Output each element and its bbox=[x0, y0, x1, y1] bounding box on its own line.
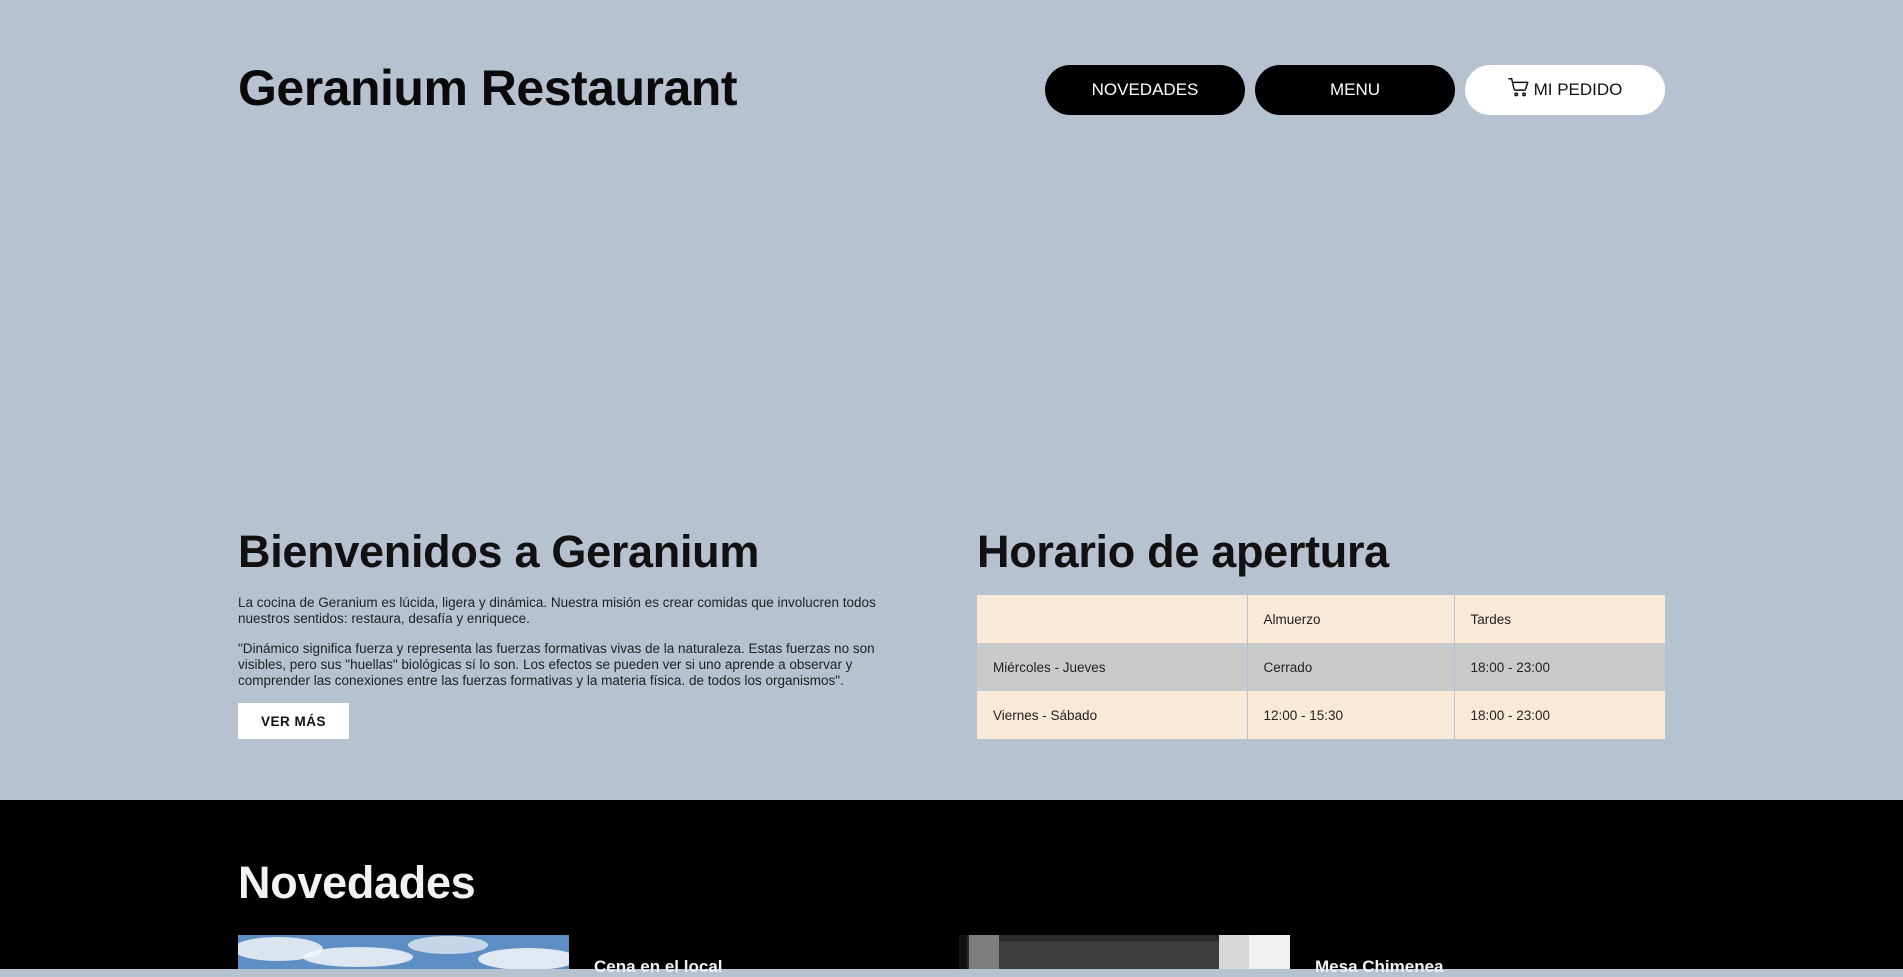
nav-mi-pedido-label: MI PEDIDO bbox=[1533, 80, 1623, 99]
novedades-section: Novedades Cena en el local Mesa Chimenea bbox=[0, 800, 1903, 976]
nav-menu-label: MENU bbox=[1329, 80, 1381, 99]
hours-heading: Horario de apertura bbox=[977, 526, 1389, 577]
hours-header-cell: Almuerzo bbox=[1247, 595, 1455, 643]
nav-mi-pedido-button[interactable]: MI PEDIDO bbox=[1465, 65, 1665, 115]
hours-day-cell: Miércoles - Jueves bbox=[977, 643, 1248, 691]
news-card-title: Mesa Chimenea bbox=[1315, 957, 1444, 976]
hours-header-cell bbox=[977, 595, 1248, 643]
nav-novedades-label: NOVEDADES bbox=[1091, 80, 1199, 99]
site-title: Geranium Restaurant bbox=[238, 60, 737, 116]
nav-menu-button[interactable]: MENU bbox=[1255, 65, 1455, 115]
hero-section: Geranium Restaurant NOVEDADES MENU MI PE… bbox=[0, 0, 1903, 800]
welcome-paragraph: La cocina de Geranium es lúcida, ligera … bbox=[238, 595, 876, 626]
welcome-quote: "Dinámico significa fuerza y representa … bbox=[238, 641, 875, 688]
hours-evening-cell: 18:00 - 23:00 bbox=[1454, 643, 1665, 691]
news-card-title: Cena en el local bbox=[594, 957, 723, 976]
nav-novedades-button[interactable]: NOVEDADES bbox=[1045, 65, 1245, 115]
hours-table: Almuerzo Tardes Miércoles - Jueves Cerra… bbox=[977, 595, 1665, 739]
hours-lunch-cell: 12:00 - 15:30 bbox=[1247, 691, 1455, 739]
welcome-heading: Bienvenidos a Geranium bbox=[238, 526, 760, 577]
hours-lunch-cell: Cerrado bbox=[1247, 643, 1455, 691]
ver-mas-button[interactable]: VER MÁS bbox=[238, 703, 349, 739]
cart-icon bbox=[1507, 78, 1529, 97]
welcome-section: Bienvenidos a Geranium La cocina de Gera… bbox=[238, 525, 898, 739]
opening-hours-section: Horario de apertura Almuerzo Tardes Miér… bbox=[977, 525, 1665, 739]
hours-header-cell: Tardes bbox=[1454, 595, 1665, 643]
news-image-interior bbox=[959, 935, 1290, 969]
hours-day-cell: Viernes - Sábado bbox=[977, 691, 1248, 739]
hours-header-row: Almuerzo Tardes bbox=[977, 595, 1665, 643]
novedades-heading: Novedades bbox=[238, 857, 476, 908]
ver-mas-label: VER MÁS bbox=[260, 713, 326, 729]
main-nav: NOVEDADES MENU MI PEDIDO bbox=[1045, 65, 1665, 115]
news-image-sky bbox=[238, 935, 569, 969]
hours-row: Viernes - Sábado 12:00 - 15:30 18:00 - 2… bbox=[977, 691, 1665, 739]
hours-row: Miércoles - Jueves Cerrado 18:00 - 23:00 bbox=[977, 643, 1665, 691]
hours-evening-cell: 18:00 - 23:00 bbox=[1454, 691, 1665, 739]
